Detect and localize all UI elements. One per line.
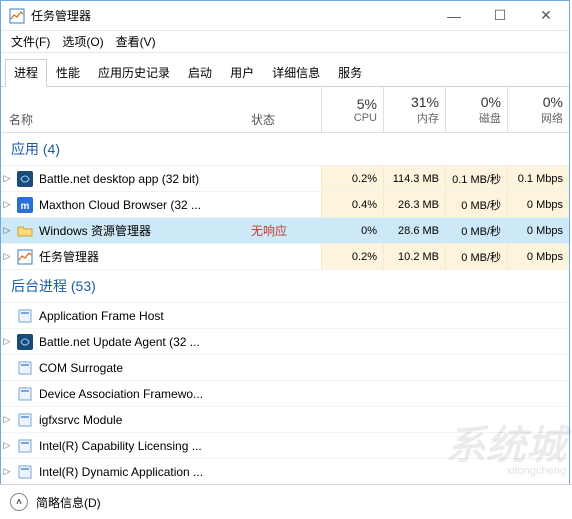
group-apps: 应用 (4) <box>1 133 569 166</box>
cell-disk: 0.1 MB/秒 <box>445 166 507 191</box>
svg-text:m: m <box>21 201 30 212</box>
app-icon <box>17 412 33 428</box>
cell-net: 0 Mbps <box>507 218 569 243</box>
column-memory[interactable]: 31%内存 <box>383 87 445 132</box>
app-icon <box>17 334 33 350</box>
expand-icon[interactable]: ▷ <box>1 251 13 262</box>
process-name: COM Surrogate <box>39 361 251 375</box>
minimize-button[interactable]: — <box>431 1 477 30</box>
app-icon <box>17 386 33 402</box>
app-icon <box>17 464 33 480</box>
process-name: Intel(R) Capability Licensing ... <box>39 439 251 453</box>
expand-icon[interactable]: ▷ <box>1 225 13 236</box>
menubar: 文件(F) 选项(O) 查看(V) <box>1 31 569 53</box>
tab-2[interactable]: 应用历史记录 <box>89 59 179 86</box>
expand-icon[interactable]: ▷ <box>1 199 13 210</box>
cell-cpu: 0.2% <box>321 244 383 269</box>
cell-mem: 28.6 MB <box>383 218 445 243</box>
tab-0[interactable]: 进程 <box>5 59 47 87</box>
table-row[interactable]: ▷ igfxsrvc Module <box>1 407 569 433</box>
column-cpu[interactable]: 5%CPU <box>321 87 383 132</box>
app-icon <box>17 249 33 265</box>
expand-icon[interactable]: ▷ <box>1 466 13 477</box>
app-icon <box>17 223 33 239</box>
table-row[interactable]: ▷ 任务管理器 0.2%10.2 MB0 MB/秒0 Mbps <box>1 244 569 270</box>
tabs: 进程性能应用历史记录启动用户详细信息服务 <box>1 59 569 87</box>
process-status: 无响应 <box>251 222 321 239</box>
process-name: Battle.net Update Agent (32 ... <box>39 335 251 349</box>
tab-1[interactable]: 性能 <box>47 59 89 86</box>
table-row[interactable]: ▷ Battle.net desktop app (32 bit) 0.2%114.… <box>1 166 569 192</box>
tab-5[interactable]: 详细信息 <box>263 59 329 86</box>
process-name: Device Association Framewo... <box>39 387 251 401</box>
group-bg: 后台进程 (53) <box>1 270 569 303</box>
bgprocs-list: Application Frame Host ▷ Battle.net Update… <box>1 303 569 511</box>
menu-file[interactable]: 文件(F) <box>5 33 56 50</box>
cell-net: 0 Mbps <box>507 244 569 269</box>
close-button[interactable]: ✕ <box>523 1 569 30</box>
maximize-button[interactable]: ☐ <box>477 1 523 30</box>
cell-mem: 114.3 MB <box>383 166 445 191</box>
column-status[interactable]: 状态 <box>251 87 321 132</box>
process-name: Battle.net desktop app (32 bit) <box>39 172 251 186</box>
cell-disk: 0 MB/秒 <box>445 244 507 269</box>
process-name: 任务管理器 <box>39 248 251 265</box>
cell-mem: 10.2 MB <box>383 244 445 269</box>
table-row[interactable]: COM Surrogate <box>1 355 569 381</box>
column-name[interactable]: 名称 <box>1 87 251 132</box>
app-icon <box>17 360 33 376</box>
menu-options[interactable]: 选项(O) <box>56 33 109 50</box>
cell-net: 0 Mbps <box>507 192 569 217</box>
fewer-details-label[interactable]: 简略信息(D) <box>36 494 101 511</box>
app-icon <box>17 308 33 324</box>
taskmgr-icon <box>9 8 25 24</box>
cell-disk: 0 MB/秒 <box>445 218 507 243</box>
cell-disk: 0 MB/秒 <box>445 192 507 217</box>
window-title: 任务管理器 <box>31 7 431 24</box>
expand-icon[interactable]: ▷ <box>1 414 13 425</box>
table-row[interactable]: Application Frame Host <box>1 303 569 329</box>
footer: ˄ 简略信息(D) <box>0 484 572 519</box>
cell-cpu: 0.4% <box>321 192 383 217</box>
process-name: Application Frame Host <box>39 309 251 323</box>
expand-icon[interactable]: ▷ <box>1 440 13 451</box>
app-icon <box>17 171 33 187</box>
table-row[interactable]: Device Association Framewo... <box>1 381 569 407</box>
table-row[interactable]: ▷ Battle.net Update Agent (32 ... <box>1 329 569 355</box>
menu-view[interactable]: 查看(V) <box>110 33 162 50</box>
column-disk[interactable]: 0%磁盘 <box>445 87 507 132</box>
table-row[interactable]: ▷ m Maxthon Cloud Browser (32 ... 0.4%26.3 … <box>1 192 569 218</box>
table-row[interactable]: ▷ Intel(R) Dynamic Application ... <box>1 459 569 485</box>
column-network[interactable]: 0%网络 <box>507 87 569 132</box>
cell-mem: 26.3 MB <box>383 192 445 217</box>
cell-cpu: 0% <box>321 218 383 243</box>
expand-icon[interactable]: ▷ <box>1 336 13 347</box>
cell-net: 0.1 Mbps <box>507 166 569 191</box>
tab-4[interactable]: 用户 <box>221 59 263 86</box>
cell-cpu: 0.2% <box>321 166 383 191</box>
process-name: Maxthon Cloud Browser (32 ... <box>39 198 251 212</box>
expand-icon[interactable]: ▷ <box>1 173 13 184</box>
table-row[interactable]: ▷ Intel(R) Capability Licensing ... <box>1 433 569 459</box>
tab-6[interactable]: 服务 <box>329 59 371 86</box>
process-name: Intel(R) Dynamic Application ... <box>39 465 251 479</box>
table-row[interactable]: ▷ Windows 资源管理器无响应0%28.6 MB0 MB/秒0 Mbps <box>1 218 569 244</box>
app-icon: m <box>17 197 33 213</box>
process-name: Windows 资源管理器 <box>39 222 251 239</box>
apps-list: ▷Battle.net desktop app (32 bit)0.2%114.… <box>1 166 569 270</box>
task-manager-window: 任务管理器 — ☐ ✕ 文件(F) 选项(O) 查看(V) 进程性能应用历史记录… <box>0 0 570 512</box>
titlebar[interactable]: 任务管理器 — ☐ ✕ <box>1 1 569 31</box>
app-icon <box>17 438 33 454</box>
column-header-row: 名称 状态 5%CPU 31%内存 0%磁盘 0%网络 <box>1 87 569 133</box>
process-name: igfxsrvc Module <box>39 413 251 427</box>
fewer-details-icon[interactable]: ˄ <box>10 493 28 511</box>
tab-3[interactable]: 启动 <box>179 59 221 86</box>
